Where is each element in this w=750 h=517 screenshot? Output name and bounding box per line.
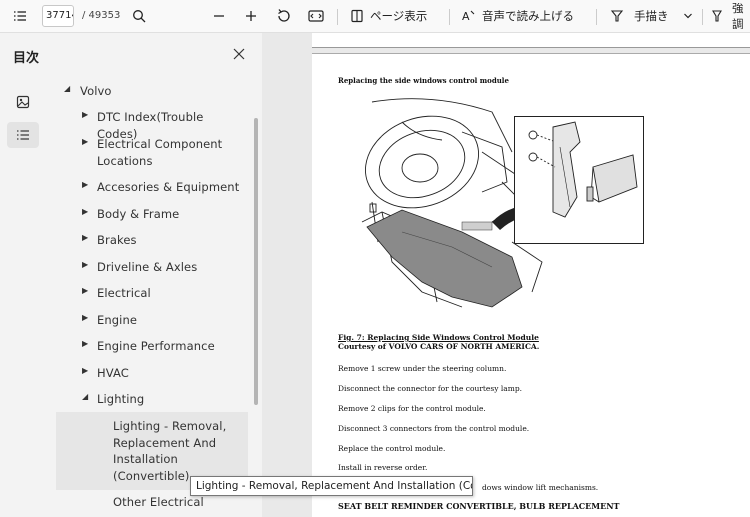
toc-item[interactable]: ▶ Engine Performance: [48, 338, 248, 356]
toc-button[interactable]: [7, 122, 39, 148]
toc-item[interactable]: ▶ Electrical: [48, 285, 248, 303]
search-icon: [132, 9, 146, 23]
list-icon: [17, 130, 29, 140]
svg-text:A: A: [462, 10, 470, 23]
zoom-out-button[interactable]: [208, 3, 230, 29]
read-aloud-icon: A: [462, 9, 476, 23]
previous-page-edge: [312, 33, 750, 48]
toc-close-button[interactable]: [232, 46, 248, 62]
toc-toggle-button[interactable]: [8, 3, 32, 29]
section-heading: SEAT BELT REMINDER CONVERTIBLE, BULB REP…: [338, 501, 620, 511]
toolbar-separator: [702, 9, 703, 25]
document-viewer[interactable]: Replacing the side windows control modul…: [262, 33, 750, 517]
collapsed-arrow-icon: ▶: [82, 233, 89, 242]
section-title: Replacing the side windows control modul…: [338, 76, 509, 85]
page-total: / 49353: [82, 10, 121, 21]
collapsed-arrow-icon: ▶: [82, 286, 89, 295]
page-view-icon: [350, 9, 364, 23]
toc-item[interactable]: ▶ Engine: [48, 312, 248, 330]
thumbnails-button[interactable]: [7, 89, 39, 115]
fit-width-button[interactable]: [305, 3, 327, 29]
step-line: Install in reverse order.: [338, 463, 428, 472]
step-line: Disconnect the connector for the courtes…: [338, 384, 523, 393]
rotate-icon: [276, 8, 292, 24]
expanded-arrow-icon: ◢: [64, 84, 71, 93]
collapsed-arrow-icon: ▶: [82, 313, 89, 322]
close-icon: [233, 48, 245, 60]
highlight-label: 強調: [732, 3, 744, 29]
read-aloud-label: 音声で読み上げる: [482, 9, 574, 23]
collapsed-arrow-icon: ▶: [82, 260, 89, 269]
step-line: Replace the control module.: [338, 444, 446, 453]
toc-scrollbar[interactable]: [254, 118, 258, 405]
collapsed-arrow-icon: ▶: [82, 137, 89, 146]
toc-item[interactable]: ▶ Electrical Component Locations: [48, 136, 248, 172]
control-module-illustration: [528, 121, 638, 218]
list-icon: [13, 10, 27, 22]
page-number-input[interactable]: 37714: [42, 5, 74, 27]
toolbar-separator: [337, 9, 338, 25]
toc-item[interactable]: Other Electrical: [48, 494, 248, 516]
search-button[interactable]: [128, 3, 150, 29]
toc-item-lighting[interactable]: ◢ Lighting: [48, 391, 248, 409]
toc-item[interactable]: ▶ DTC Index(Trouble Codes): [48, 109, 248, 141]
rotate-button[interactable]: [273, 3, 295, 29]
read-aloud-button[interactable]: A 音声で読み上げる: [462, 3, 582, 29]
chevron-down-icon: [683, 12, 693, 20]
page-view-label: ページ表示: [370, 9, 428, 23]
step-line: dows window lift mechanisms.: [482, 483, 599, 492]
page-view-button[interactable]: ページ表示: [350, 3, 438, 29]
toolbar-separator: [596, 9, 597, 25]
toc-tree: ◢ Volvo ▶ DTC Index(Trouble Codes) ▶ Ele…: [48, 77, 258, 517]
step-line: Disconnect 3 connectors from the control…: [338, 424, 530, 433]
pen-icon: [610, 9, 624, 23]
detail-inset: [514, 116, 644, 244]
toc-item-volvo[interactable]: ◢ Volvo: [48, 83, 248, 101]
highlighter-icon: [710, 9, 724, 23]
collapsed-arrow-icon: ▶: [82, 180, 89, 189]
toc-item[interactable]: ▶ Accesories & Equipment: [48, 179, 248, 197]
toc-item[interactable]: ▶ Driveline & Axles: [48, 259, 248, 277]
collapsed-arrow-icon: ▶: [82, 339, 89, 348]
step-line: Remove 1 screw under the steering column…: [338, 364, 507, 373]
collapsed-arrow-icon: ▶: [82, 207, 89, 216]
plus-icon: [244, 9, 258, 23]
draw-options-button[interactable]: [680, 3, 696, 29]
draw-button[interactable]: 手描き: [610, 3, 672, 29]
minus-icon: [212, 9, 226, 23]
toolbar: 37714 / 49353 ページ表示 A 音声で読み: [0, 0, 750, 33]
figure-caption: Fig. 7: Replacing Side Windows Control M…: [338, 333, 539, 342]
figure-courtesy: Courtesy of VOLVO CARS OF NORTH AMERICA.: [338, 342, 540, 351]
zoom-in-button[interactable]: [240, 3, 262, 29]
highlight-button[interactable]: 強調: [710, 3, 750, 29]
tooltip: Lighting - Removal, Replacement And Inst…: [190, 476, 473, 496]
image-icon: [16, 95, 30, 109]
collapsed-arrow-icon: ▶: [82, 110, 89, 119]
step-line: Remove 2 clips for the control module.: [338, 404, 486, 413]
fit-width-icon: [308, 9, 324, 23]
toc-item[interactable]: ▶ HVAC: [48, 365, 248, 383]
pdf-page: Replacing the side windows control modul…: [312, 53, 750, 517]
toolbar-separator: [449, 9, 450, 25]
toc-item[interactable]: ▶ Body & Frame: [48, 206, 248, 224]
toc-item[interactable]: ▶ Brakes: [48, 232, 248, 250]
expanded-arrow-icon: ◢: [82, 392, 89, 401]
draw-label: 手描き: [634, 9, 669, 23]
collapsed-arrow-icon: ▶: [82, 366, 89, 375]
toc-title: 目次: [13, 51, 40, 66]
toc-panel: 目次 ◢ Volvo ▶ DTC Index(Trouble Codes) ▶ …: [0, 33, 262, 517]
